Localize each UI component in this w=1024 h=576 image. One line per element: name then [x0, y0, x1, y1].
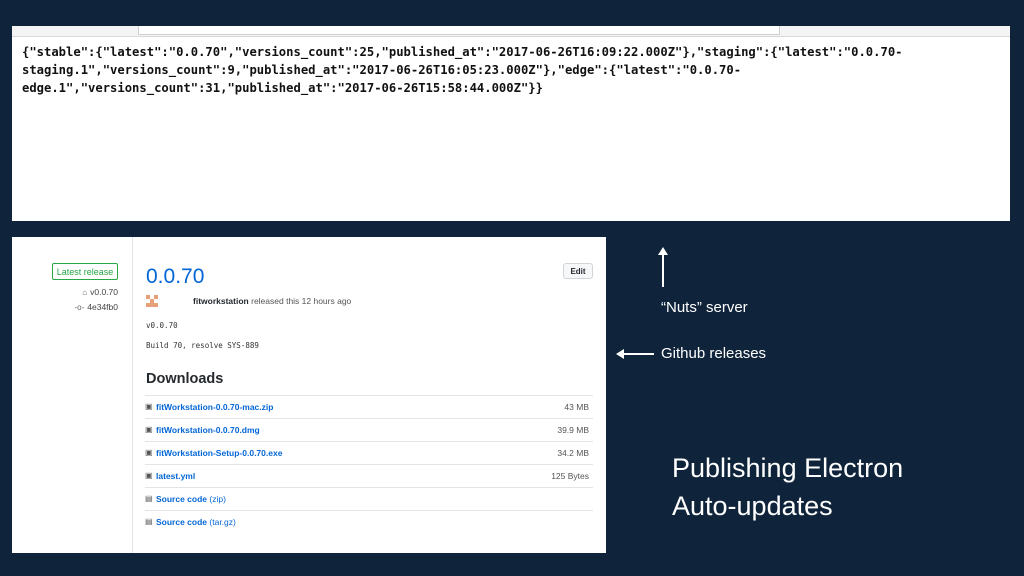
nuts-server-json-screenshot: {"stable":{"latest":"0.0.70","versions_c… — [12, 26, 1010, 221]
tag-label: v0.0.70 — [90, 287, 118, 297]
asset-link[interactable]: Source code (zip) — [156, 494, 226, 504]
asset-size: 43 MB — [564, 402, 589, 412]
release-body-notes: Build 70, resolve SYS-889 — [146, 341, 259, 350]
release-tag[interactable]: ⌂ v0.0.70 — [82, 287, 118, 297]
tag-icon: ⌂ — [82, 287, 88, 297]
list-item[interactable]: ▣ fitWorkstation-0.0.70-mac.zip 43 MB — [145, 395, 593, 418]
package-icon: ▣ — [145, 402, 153, 411]
asset-link[interactable]: latest.yml — [156, 471, 195, 481]
nuts-server-label: “Nuts” server — [661, 299, 748, 316]
slide-title-line-2: Auto-updates — [672, 491, 833, 521]
latest-release-badge: Latest release — [52, 263, 118, 280]
json-line-3: edge.1","versions_count":31,"published_a… — [22, 81, 543, 95]
downloads-list: ▣ fitWorkstation-0.0.70-mac.zip 43 MB ▣ … — [145, 395, 593, 533]
github-release-screenshot: Latest release ⌂ v0.0.70 -o- 4e34fb0 0.0… — [12, 237, 606, 553]
slide-title: Publishing Electron Auto-updates — [672, 449, 1002, 525]
json-response: {"stable":{"latest":"0.0.70","versions_c… — [22, 43, 1002, 97]
asset-size: 39.9 MB — [557, 425, 589, 435]
release-time: released this 12 hours ago — [251, 296, 352, 306]
downloads-heading: Downloads — [146, 371, 224, 387]
list-item[interactable]: ▤ Source code (zip) — [145, 487, 593, 510]
asset-link[interactable]: Source code (tar.gz) — [156, 517, 236, 527]
list-item[interactable]: ▤ Source code (tar.gz) — [145, 510, 593, 533]
list-item[interactable]: ▣ fitWorkstation-0.0.70.dmg 39.9 MB — [145, 418, 593, 441]
avatar[interactable] — [146, 295, 158, 307]
asset-link[interactable]: fitWorkstation-0.0.70-mac.zip — [156, 402, 273, 412]
asset-size: 125 Bytes — [551, 471, 589, 481]
asset-link[interactable]: fitWorkstation-Setup-0.0.70.exe — [156, 448, 282, 458]
package-icon: ▣ — [145, 471, 153, 480]
release-sidebar: Latest release ⌂ v0.0.70 -o- 4e34fb0 — [12, 237, 133, 553]
release-commit[interactable]: -o- 4e34fb0 — [74, 302, 118, 312]
arrow-left-icon — [616, 349, 654, 359]
list-item[interactable]: ▣ fitWorkstation-Setup-0.0.70.exe 34.2 M… — [145, 441, 593, 464]
asset-size: 34.2 MB — [557, 448, 589, 458]
commit-icon: -o- — [74, 302, 85, 312]
release-meta: fitworkstation released this 12 hours ag… — [193, 296, 351, 306]
asset-link[interactable]: fitWorkstation-0.0.70.dmg — [156, 425, 260, 435]
json-line-2: staging.1","versions_count":9,"published… — [22, 63, 742, 77]
arrow-up-icon — [658, 247, 668, 287]
release-title[interactable]: 0.0.70 — [146, 265, 204, 289]
slide-title-line-1: Publishing Electron — [672, 453, 904, 483]
list-item[interactable]: ▣ latest.yml 125 Bytes — [145, 464, 593, 487]
package-icon: ▣ — [145, 425, 153, 434]
zip-icon: ▤ — [145, 494, 153, 503]
address-bar[interactable] — [138, 26, 780, 35]
commit-hash: 4e34fb0 — [87, 302, 118, 312]
github-releases-label: Github releases — [661, 345, 767, 362]
package-icon: ▣ — [145, 448, 153, 457]
zip-icon: ▤ — [145, 517, 153, 526]
edit-button[interactable]: Edit — [563, 263, 593, 279]
json-line-1: {"stable":{"latest":"0.0.70","versions_c… — [22, 45, 903, 59]
release-body-version: v0.0.70 — [146, 321, 178, 330]
author-link[interactable]: fitworkstation — [193, 296, 249, 306]
